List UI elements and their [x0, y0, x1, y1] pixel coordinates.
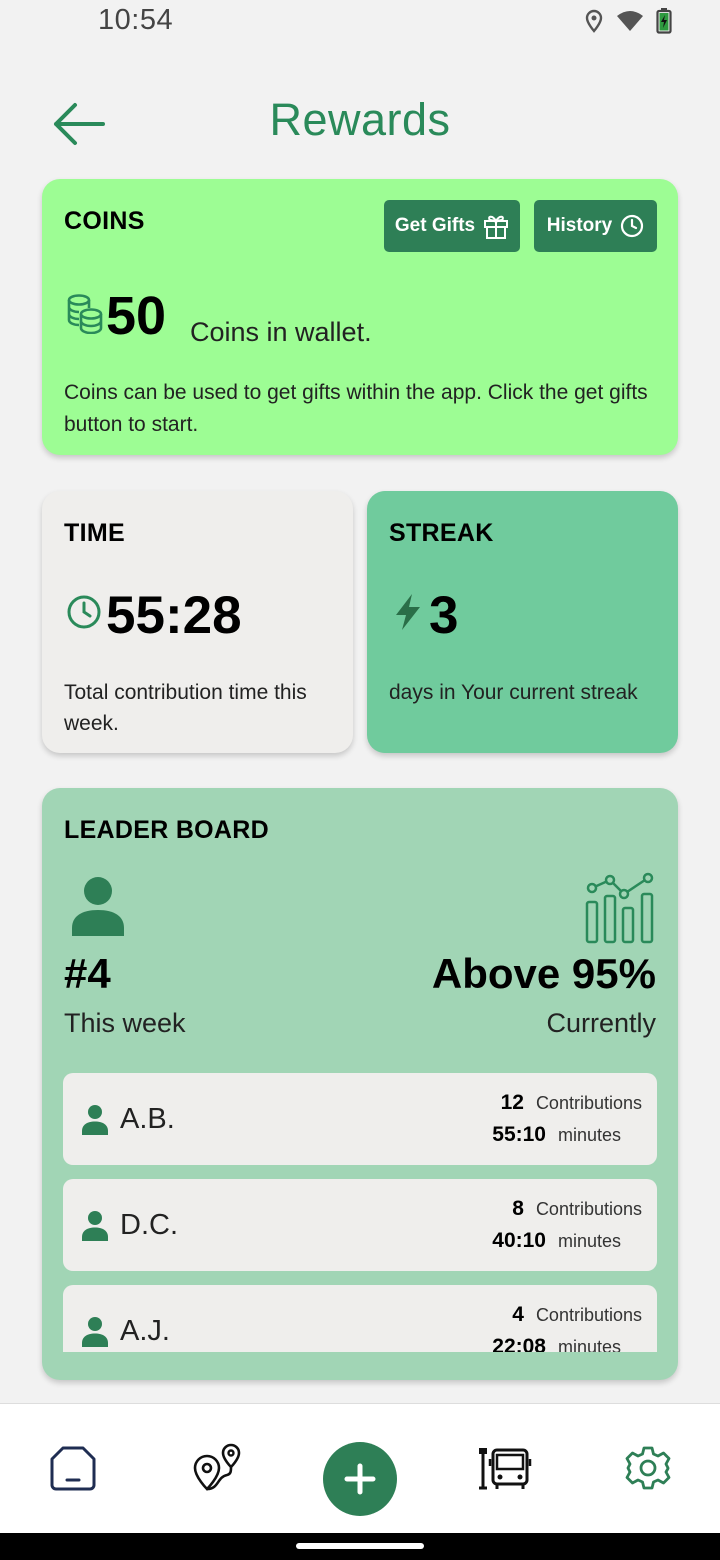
get-gifts-label: Get Gifts	[394, 215, 476, 236]
leader-stats: 4 Contributions 22:08 minutes	[492, 1303, 642, 1352]
history-label: History	[546, 215, 613, 236]
contribution-label: Contributions	[535, 1305, 642, 1325]
status-icons	[584, 8, 672, 34]
page-title: Rewards	[269, 94, 451, 145]
get-gifts-button[interactable]: Get Gifts	[384, 200, 520, 252]
contribution-count: 12	[500, 1091, 524, 1114]
battery-icon	[656, 8, 672, 34]
contribution-label: Contributions	[535, 1199, 642, 1219]
history-button[interactable]: History	[534, 200, 657, 252]
streak-card: STREAK 3 days in Your current streak	[367, 491, 678, 753]
home-icon	[50, 1446, 96, 1491]
minutes-value: 40:10	[492, 1229, 546, 1252]
leader-board-card: LEADER BOARD #4 This week Above 95% Curr…	[42, 788, 678, 1380]
leader-name: A.J.	[120, 1315, 170, 1347]
minutes-label: minutes	[558, 1231, 622, 1251]
nav-map-button[interactable]	[186, 1438, 246, 1498]
contribution-count: 8	[512, 1197, 524, 1220]
nav-settings-button[interactable]	[618, 1438, 678, 1498]
person-icon	[82, 1317, 108, 1347]
add-button[interactable]	[323, 1442, 397, 1516]
time-value: 55:28	[106, 586, 242, 645]
leader-board-title: LEADER BOARD	[64, 816, 269, 844]
coins-label: Coins in wallet.	[190, 317, 372, 347]
contribution-count: 4	[512, 1303, 524, 1326]
bottom-nav	[0, 1403, 720, 1533]
gesture-handle[interactable]	[296, 1543, 424, 1549]
coins-title: COINS	[64, 207, 145, 235]
clock-icon	[621, 214, 644, 238]
settings-icon	[625, 1446, 671, 1490]
minutes-value: 22:08	[492, 1335, 546, 1352]
streak-value: 3	[429, 586, 459, 645]
rank-label: This week	[64, 1008, 186, 1038]
streak-description: days in Your current streak	[389, 681, 638, 704]
status-time: 10:54	[98, 4, 174, 36]
contribution-label: Contributions	[535, 1093, 642, 1113]
minutes-label: minutes	[558, 1337, 622, 1352]
status-bar: 10:54	[0, 0, 720, 46]
leader-board-row[interactable]: D.C. 8 Contributions 40:10 minutes	[63, 1179, 657, 1271]
bus-stop-icon	[479, 1448, 532, 1490]
minutes-label: minutes	[558, 1125, 622, 1145]
coins-card: COINS Get Gifts History 50 Coins in wall…	[42, 179, 678, 455]
lightning-icon	[396, 594, 420, 630]
percentile-label: Currently	[546, 1008, 656, 1038]
coins-description: Coins can be used to get gifts within th…	[64, 381, 648, 435]
map-route-icon	[193, 1443, 241, 1491]
rank-value: #4	[64, 950, 111, 997]
person-icon	[82, 1105, 108, 1135]
leader-name: A.B.	[120, 1103, 175, 1135]
minutes-value: 55:10	[492, 1123, 546, 1146]
coins-value: 50	[106, 286, 167, 346]
leader-board-list[interactable]: A.B. 12 Contributions 55:10 minutes D.C. 8…	[63, 1073, 657, 1352]
app-header: Rewards	[0, 80, 720, 164]
person-icon	[72, 877, 124, 936]
analytics-chart-icon	[585, 872, 654, 944]
coins-stack-icon	[67, 294, 103, 334]
percentile-value: Above 95%	[431, 950, 656, 997]
leader-board-row[interactable]: A.B. 12 Contributions 55:10 minutes	[63, 1073, 657, 1165]
system-gesture-bar	[0, 1533, 720, 1560]
streak-title: STREAK	[389, 519, 494, 547]
time-description: Total contribution time this week.	[64, 681, 307, 735]
leader-name: D.C.	[120, 1209, 178, 1241]
leader-stats: 8 Contributions 40:10 minutes	[492, 1197, 642, 1261]
wifi-icon	[617, 11, 643, 31]
clock-icon	[67, 595, 101, 629]
person-icon	[82, 1211, 108, 1241]
add-icon	[344, 1463, 376, 1495]
gift-icon	[484, 215, 509, 239]
nav-transit-button[interactable]	[475, 1438, 535, 1498]
location-icon	[585, 9, 603, 33]
time-card: TIME 55:28 Total contribution time this …	[42, 491, 353, 753]
nav-home-button[interactable]	[43, 1438, 103, 1498]
time-title: TIME	[64, 519, 125, 547]
leader-board-row[interactable]: A.J. 4 Contributions 22:08 minutes	[63, 1285, 657, 1352]
leader-stats: 12 Contributions 55:10 minutes	[492, 1091, 642, 1155]
